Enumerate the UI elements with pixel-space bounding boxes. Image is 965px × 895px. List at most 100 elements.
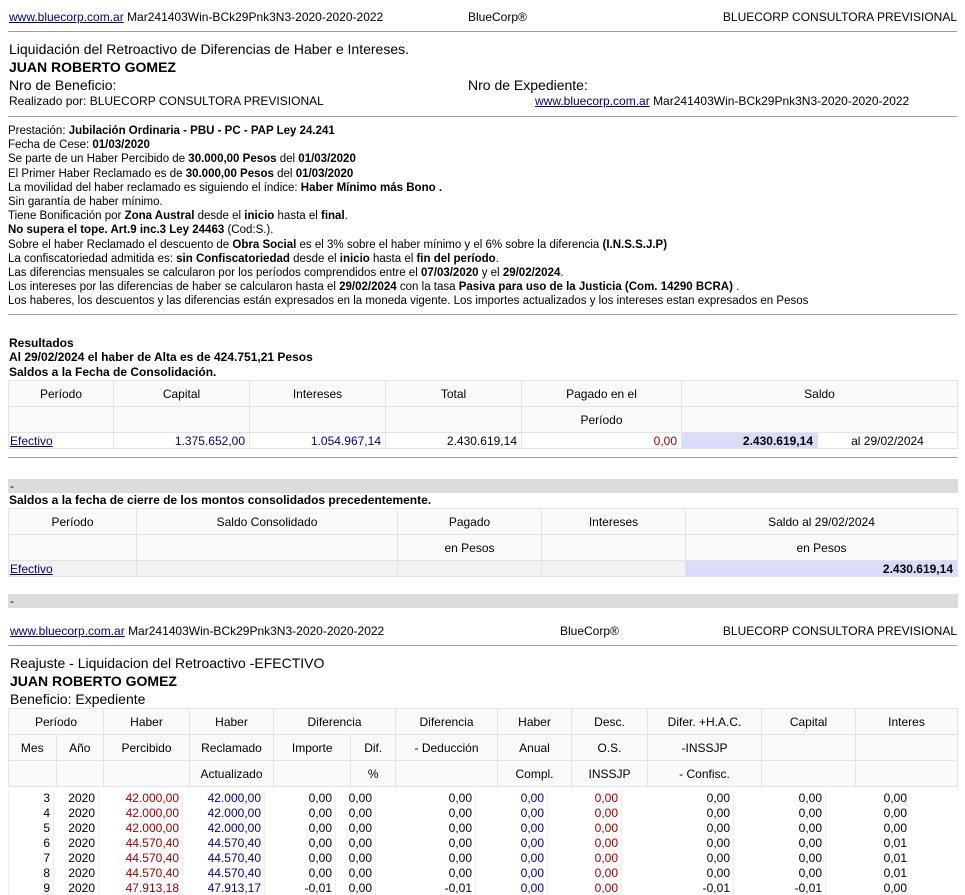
- bluecorp-link[interactable]: www.bluecorp.com.ar: [10, 624, 125, 638]
- cell-haber-reclamado: 42.000,00: [182, 820, 265, 835]
- haber-alta: Al 29/02/2024 el haber de Alta es de 424…: [9, 350, 313, 364]
- beneficiary-name: JUAN ROBERTO GOMEZ: [9, 59, 176, 75]
- brand-label: BlueCorp®: [560, 624, 619, 638]
- cell-dif-percent: 0,00: [335, 880, 376, 895]
- divider: [8, 314, 957, 315]
- cell-mes: 8: [8, 865, 54, 880]
- h-compl: Compl.: [497, 760, 572, 787]
- separator-bar: -: [8, 594, 958, 608]
- detail-emphasis: sin Confiscatoriedad: [176, 252, 290, 265]
- cell-diferencia-importe: 0,00: [264, 865, 336, 880]
- intereses-value: 1.054.967,14: [249, 432, 386, 449]
- cell-haber-anual: 0,00: [475, 790, 548, 805]
- cell-difer-hac: 0,00: [621, 805, 734, 820]
- col-periodo: Período: [8, 508, 137, 535]
- reajuste-header-table: Período Haber Haber Diferencia Diferenci…: [8, 708, 958, 787]
- col-capital: Capital: [113, 380, 250, 407]
- cell-haber-anual: 0,00: [475, 865, 548, 880]
- cell-mes: 4: [8, 805, 54, 820]
- h-percibido: Percibido: [103, 734, 190, 761]
- cell-haber-anual: 0,00: [475, 880, 548, 895]
- cell-haber-percibido: 44.570,40: [98, 835, 183, 850]
- detail-emphasis: Jubilación Ordinaria - PBU - PC - PAP Le…: [68, 125, 335, 137]
- h-inssjp2: INSSJP: [571, 760, 648, 787]
- detail-emphasis: 29/02/2024: [339, 281, 397, 294]
- detail-line: Sobre el haber Reclamado el descuento de…: [8, 238, 668, 251]
- col-intereses: Intereses: [249, 380, 386, 407]
- cell-haber-percibido: 44.570,40: [98, 865, 183, 880]
- cell-mes: 9: [8, 880, 54, 895]
- divider: [8, 645, 957, 646]
- detail-line: Sin garantía de haber mínimo.: [8, 196, 163, 209]
- page-header: www.bluecorp.com.ar Mar241403Win-BCk29Pn…: [9, 8, 957, 26]
- cell-desc-os: 0,00: [547, 805, 622, 820]
- h-confisc: - Confisc.: [647, 760, 762, 787]
- expediente-label: Nro de Expediente:: [468, 77, 588, 93]
- cell-desc-os: 0,00: [547, 865, 622, 880]
- detail-emphasis: Haber Mínimo más Bono .: [300, 181, 443, 194]
- cell-interes: 0,00: [825, 880, 910, 895]
- document-code: Mar241403Win-BCk29Pnk3N3-2020-2020-2022: [127, 10, 384, 24]
- cell-capital: 0,00: [733, 850, 826, 865]
- divider: [8, 31, 957, 32]
- cell-haber-anual: 0,00: [475, 805, 548, 820]
- detail-line: Las diferencias mensuales se calcularon …: [8, 267, 564, 280]
- saldo-value: 2.430.619,14: [681, 432, 818, 449]
- cell-capital: 0,00: [733, 820, 826, 835]
- cell-haber-reclamado: 42.000,00: [182, 805, 265, 820]
- h-os: O.S.: [571, 734, 648, 761]
- cierre-title: Saldos a la fecha de cierre de los monto…: [9, 493, 432, 507]
- efectivo-link[interactable]: Efectivo: [10, 562, 53, 576]
- cell-haber-anual: 0,00: [475, 835, 548, 850]
- h-periodo: Período: [8, 708, 104, 735]
- col-saldo: Saldo: [681, 380, 958, 407]
- col-saldo-fecha: Saldo al 29/02/2024: [685, 508, 958, 535]
- cell-capital: 0,00: [733, 835, 826, 850]
- detail-line: Fecha de Cese: 01/03/2020: [8, 139, 150, 152]
- efectivo-link[interactable]: Efectivo: [10, 434, 53, 448]
- saldos-title: Saldos a la Fecha de Consolidación.: [9, 365, 217, 379]
- cell-diferencia-deduccion: 0,00: [375, 835, 476, 850]
- cell-dif-percent: 0,00: [335, 850, 376, 865]
- brand-label: BlueCorp®: [468, 10, 527, 24]
- h-haber-reclamado: Haber: [189, 708, 274, 735]
- detail-line: La movilidad del haber reclamado es sigu…: [8, 181, 443, 194]
- table-row: 6 2020 44.570,40 44.570,40 0,00 0,00 0,00 0,00 0…: [8, 835, 910, 850]
- saldo-value: 2.430.619,14: [685, 560, 958, 577]
- cell-diferencia-importe: 0,00: [264, 850, 336, 865]
- h-actualizado: Actualizado: [189, 760, 274, 787]
- page-header: www.bluecorp.com.ar Mar241403Win-BCk29Pn…: [10, 622, 957, 640]
- header-left: www.bluecorp.com.ar Mar241403Win-BCk29Pn…: [9, 10, 383, 24]
- cell-haber-percibido: 47.913,18: [98, 880, 183, 895]
- detail-emphasis: fin del período: [416, 252, 496, 265]
- detail-emphasis: inicio: [339, 252, 370, 265]
- table-row: 9 2020 47.913,18 47.913,17 -0,01 0,00 -0,01 0,0…: [8, 880, 910, 895]
- detail-emphasis: 30.000,00 Pesos: [185, 167, 274, 180]
- cell-difer-hac: 0,00: [621, 835, 734, 850]
- cell-haber-percibido: 44.570,40: [98, 850, 183, 865]
- cell-interes: 0,00: [825, 820, 910, 835]
- col-periodo: Período: [8, 380, 114, 407]
- h-deduccion: - Deducción: [395, 734, 498, 761]
- cell-haber-percibido: 42.000,00: [98, 790, 183, 805]
- cell-haber-reclamado: 47.913,17: [182, 880, 265, 895]
- cell-diferencia-deduccion: 0,00: [375, 790, 476, 805]
- cell-capital: 0,00: [733, 790, 826, 805]
- cell-diferencia-deduccion: 0,00: [375, 805, 476, 820]
- detail-line: Los intereses por las diferencias de hab…: [8, 281, 740, 294]
- h-haber-anual: Haber: [497, 708, 572, 735]
- table-row-periodo: Efectivo: [8, 432, 114, 449]
- cell-diferencia-deduccion: -0,01: [375, 880, 476, 895]
- cell-diferencia-deduccion: 0,00: [375, 865, 476, 880]
- bluecorp-link[interactable]: www.bluecorp.com.ar: [9, 10, 124, 24]
- bluecorp-link[interactable]: www.bluecorp.com.ar: [535, 94, 650, 108]
- col-pagado: Pagado en el: [521, 380, 682, 407]
- detail-line: Se parte de un Haber Percibido de 30.000…: [8, 153, 356, 166]
- detail-emphasis: final: [321, 210, 345, 223]
- divider: [8, 116, 957, 117]
- detail-emphasis: (I.N.S.S.J.P): [602, 238, 668, 251]
- separator-bar: -: [8, 479, 958, 493]
- cell-interes: 0,01: [825, 835, 910, 850]
- liquidation-details: Prestación: Jubilación Ordinaria - PBU -…: [8, 124, 808, 309]
- cell-anio: 2020: [53, 805, 99, 820]
